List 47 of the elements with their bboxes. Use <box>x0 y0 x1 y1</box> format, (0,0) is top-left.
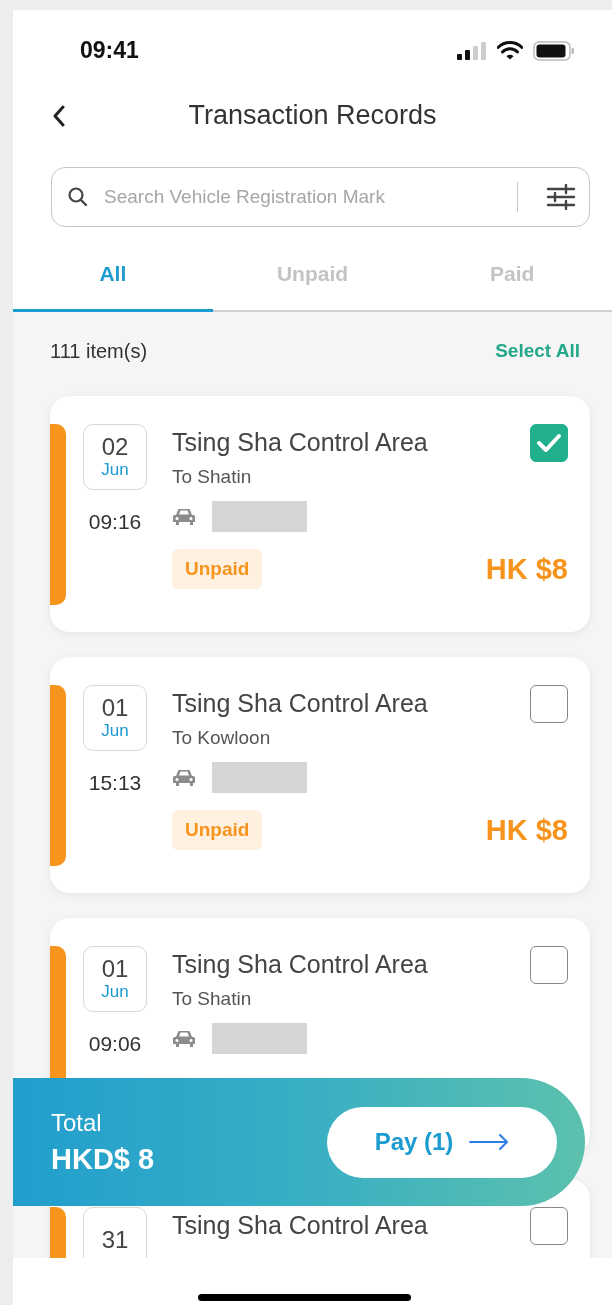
select-all-link[interactable]: Select All <box>495 340 590 362</box>
checkmark-icon <box>536 432 562 454</box>
date-month: Jun <box>101 721 129 741</box>
filter-icon[interactable] <box>546 184 576 210</box>
car-icon <box>172 506 196 526</box>
direction-text: To Shatin <box>172 988 253 1010</box>
record-time: 15:13 <box>88 771 142 795</box>
arrow-right-icon <box>469 1134 510 1150</box>
search-field[interactable]: Search Vehicle Registration Mark <box>51 167 590 227</box>
car-icon <box>172 1028 196 1048</box>
back-button[interactable] <box>51 104 67 128</box>
record-card[interactable]: 01 Jun 15:13 Tsing Sha Control Area To Kowloon Unpaid HK $8 <box>50 657 590 893</box>
select-checkbox[interactable] <box>530 685 568 723</box>
status-time: 09:41 <box>80 36 139 64</box>
date-day: 01 <box>101 956 129 983</box>
select-checkbox[interactable] <box>530 424 568 462</box>
date-month: Jun <box>101 460 129 480</box>
select-checkbox[interactable] <box>530 1207 568 1245</box>
location-name: Tsing Sha Control Area <box>172 428 428 457</box>
location-name: Tsing Sha Control Area <box>172 950 428 979</box>
signal-icon <box>457 41 487 60</box>
select-checkbox[interactable] <box>530 946 568 984</box>
date-day: 01 <box>101 695 129 722</box>
direction-text: To Kowloon <box>172 727 272 749</box>
direction-text: To Shatin <box>172 466 253 488</box>
wifi-icon <box>497 41 523 60</box>
battery-icon <box>533 40 575 61</box>
date-month: Jun <box>101 982 129 1002</box>
page-title: Transaction Records <box>188 99 437 131</box>
tab[interactable]: Unpaid <box>212 227 413 312</box>
car-icon <box>172 767 196 787</box>
item-count: 111 item(s) <box>50 339 148 363</box>
amount-text: HK $8 <box>485 813 568 847</box>
location-name: Tsing Sha Control Area <box>172 1211 428 1240</box>
amount-text: HK $8 <box>485 552 568 586</box>
tab[interactable]: Paid <box>412 227 612 312</box>
status-badge: Unpaid <box>172 810 263 850</box>
location-name: Tsing Sha Control Area <box>172 689 428 718</box>
pay-button[interactable]: Pay (1) <box>327 1106 557 1178</box>
search-icon <box>67 186 89 208</box>
date-day: 31 <box>101 1226 129 1254</box>
record-time: 09:16 <box>88 510 142 534</box>
total-label: Total <box>51 1108 103 1137</box>
status-badge: Unpaid <box>172 549 263 589</box>
record-card[interactable]: 02 Jun 09:16 Tsing Sha Control Area To Shatin Unpaid HK $8 <box>50 396 590 632</box>
record-time: 09:06 <box>88 1032 142 1056</box>
date-day: 02 <box>101 434 129 461</box>
